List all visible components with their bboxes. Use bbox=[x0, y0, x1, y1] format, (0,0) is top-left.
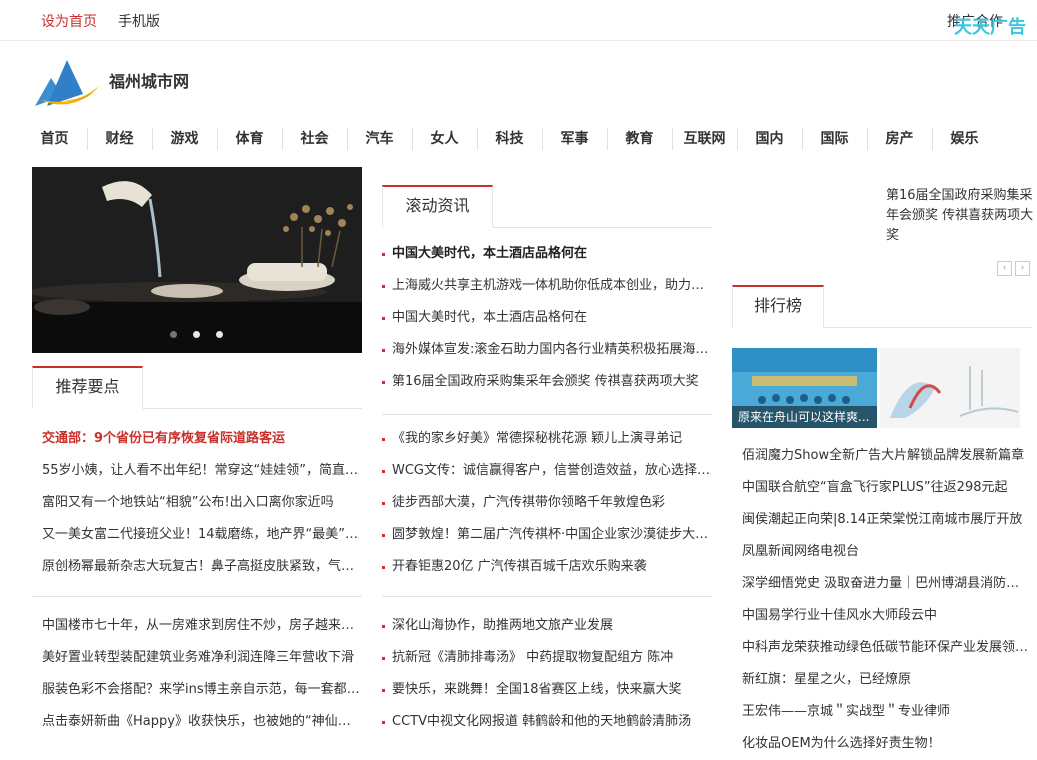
list-item[interactable]: 化妆品OEM为什么选择好责生物！ bbox=[732, 728, 1032, 760]
list-item[interactable]: 新红旗：星星之火，已经燎原 bbox=[732, 664, 1032, 696]
scroll-news-header: 滚动资讯 bbox=[382, 185, 712, 228]
list-item[interactable]: CCTV中视文化网报道 韩鹤龄和他的天地鹤龄清肺汤 bbox=[382, 706, 712, 738]
nav-item[interactable]: 国内 bbox=[737, 128, 803, 150]
list-item[interactable]: 原创杨幂最新杂志大玩复古！鼻子高挺皮肤紧致，气质满分 bbox=[32, 551, 362, 583]
ranking-list: 佰润魔力Show全新广告大片解锁品牌发展新篇章 中国联合航空“盲盒飞行家PLUS”… bbox=[732, 440, 1032, 760]
list-item[interactable]: 海外媒体宣发:滚金石助力国内各行业精英积极拓展海外市场 bbox=[382, 334, 712, 366]
tab-ranking[interactable]: 排行榜 bbox=[732, 285, 824, 328]
nav-item[interactable]: 娱乐 bbox=[932, 128, 997, 150]
nav-item[interactable]: 女人 bbox=[412, 128, 478, 150]
ranking-image-2[interactable] bbox=[880, 348, 1020, 428]
list-item[interactable]: 中国联合航空“盲盒飞行家PLUS”往返298元起 bbox=[732, 472, 1032, 504]
nav-item[interactable]: 国际 bbox=[802, 128, 868, 150]
nav-item[interactable]: 首页 bbox=[22, 128, 88, 150]
nav-item[interactable]: 游戏 bbox=[152, 128, 218, 150]
list-item[interactable]: 《我的家乡好美》常德探秘桃花源 颖儿上演寻弟记 bbox=[382, 423, 712, 455]
artwork-photo bbox=[880, 348, 1020, 428]
nav-item[interactable]: 社会 bbox=[282, 128, 348, 150]
list-item[interactable]: 中国易学行业十佳风水大师段云中 bbox=[732, 600, 1032, 632]
list-item[interactable]: 闽侯潮起正向荣|8.14正荣棠悦江南城市展厅开放 bbox=[732, 504, 1032, 536]
nav-item[interactable]: 科技 bbox=[477, 128, 543, 150]
list-item[interactable]: 中科声龙荣获推动绿色低碳节能环保产业发展领军企业 bbox=[732, 632, 1032, 664]
divider bbox=[382, 596, 712, 597]
list-item[interactable]: 点击泰妍新曲《Happy》收获快乐，也被她的“神仙颜值”圈粉 bbox=[32, 706, 362, 738]
recommend-header: 推荐要点 bbox=[32, 366, 362, 409]
list-item[interactable]: 深化山海协作，助推两地文旅产业发展 bbox=[382, 610, 712, 642]
main-nav: 首页 财经 游戏 体育 社会 汽车 女人 科技 军事 教育 互联网 国内 国际 房产 娱乐 bbox=[22, 124, 1032, 152]
nav-item[interactable]: 财经 bbox=[87, 128, 153, 150]
scroll-news-list-2: 《我的家乡好美》常德探秘桃花源 颖儿上演寻弟记 WCG文传：诚信赢得客户，信誉创造… bbox=[382, 423, 712, 583]
logo-mark-icon bbox=[35, 60, 99, 106]
carousel-dots bbox=[170, 323, 234, 342]
divider bbox=[382, 414, 712, 415]
image-carousel[interactable] bbox=[32, 167, 362, 353]
list-item[interactable]: 王宏伟——京城＂实战型＂专业律师 bbox=[732, 696, 1032, 728]
list-item[interactable]: 上海威火共享主机游戏一体机助你低成本创业，助力你的事业新起点 bbox=[382, 270, 712, 302]
list-item[interactable]: 徒步西部大漠，广汽传祺带你领略千年敦煌色彩 bbox=[382, 487, 712, 519]
next-arrow-icon[interactable]: › bbox=[1015, 261, 1030, 276]
list-item[interactable]: 开春钜惠20亿 广汽传祺百城千店欢乐购来袭 bbox=[382, 551, 712, 583]
list-item[interactable]: 交通部：9个省份已有序恢复省际道路客运 bbox=[32, 423, 362, 455]
ranking-image-1[interactable]: 原来在舟山可以这样爽... bbox=[732, 348, 877, 428]
list-item[interactable]: 美好置业转型装配建筑业务难净利润连降三年营收下滑 bbox=[32, 642, 362, 674]
ad-banner-text[interactable]: 天天广告 bbox=[954, 13, 1026, 39]
tab-recommend[interactable]: 推荐要点 bbox=[32, 366, 143, 409]
scroll-news-list-3: 深化山海协作，助推两地文旅产业发展 抗新冠《清肺排毒汤》 中药提取物复配组方 陈冲… bbox=[382, 610, 712, 738]
tab-scroll-news[interactable]: 滚动资讯 bbox=[382, 185, 493, 228]
list-item[interactable]: 圆梦敦煌！第二届广汽传祺杯·中国企业家沙漠徒步大赛开幕 bbox=[382, 519, 712, 551]
list-item[interactable]: 凤凰新闻网络电视台 bbox=[732, 536, 1032, 568]
list-item[interactable]: 中国大美时代，本土酒店品格何在 bbox=[382, 302, 712, 334]
nav-item[interactable]: 体育 bbox=[217, 128, 283, 150]
site-logo[interactable]: 福州城市网 bbox=[33, 56, 233, 108]
right-featured-news[interactable]: 第16届全国政府采购集采年会颁奖 传祺喜获两项大奖 bbox=[886, 186, 1034, 246]
recommend-list-1: 交通部：9个省份已有序恢复省际道路客运 55岁小姨，让人看不出年纪！常穿这“娃娃领… bbox=[32, 423, 362, 583]
nav-item[interactable]: 汽车 bbox=[347, 128, 413, 150]
logo-text: 福州城市网 bbox=[109, 72, 190, 91]
ranking-header: 排行榜 bbox=[732, 285, 1032, 328]
list-item[interactable]: 富阳又有一个地铁站“相貌”公布!出入口离你家近吗 bbox=[32, 487, 362, 519]
list-item[interactable]: 55岁小姨，让人看不出年纪！常穿这“娃娃领”，简直美翻了 bbox=[32, 455, 362, 487]
nav-item[interactable]: 房产 bbox=[867, 128, 933, 150]
divider bbox=[32, 596, 362, 597]
list-item[interactable]: 抗新冠《清肺排毒汤》 中药提取物复配组方 陈冲 bbox=[382, 642, 712, 674]
prev-arrow-icon[interactable]: ‹ bbox=[997, 261, 1012, 276]
right-news-arrows: ‹ › bbox=[997, 255, 1033, 276]
carousel-dot[interactable] bbox=[170, 331, 177, 338]
list-item[interactable]: WCG文传：诚信赢得客户，信誉创造效益，放心选择WCG文传 bbox=[382, 455, 712, 487]
ranking-image-caption: 原来在舟山可以这样爽... bbox=[732, 406, 877, 428]
nav-item[interactable]: 互联网 bbox=[672, 128, 738, 150]
mobile-version-link[interactable]: 手机版 bbox=[118, 11, 160, 31]
list-item[interactable]: 服装色彩不会搭配？来学ins博主亲自示范，每一套都很美 bbox=[32, 674, 362, 706]
set-home-link[interactable]: 设为首页 bbox=[41, 11, 97, 31]
list-item[interactable]: 中国楼市七十年，从一房难求到房住不炒，房子越来越多 bbox=[32, 610, 362, 642]
carousel-dot[interactable] bbox=[193, 331, 201, 338]
top-bar: 设为首页 手机版 推广合作 天天广告 bbox=[0, 0, 1037, 41]
list-item[interactable]: 中国大美时代，本土酒店品格何在 bbox=[382, 238, 712, 270]
list-item[interactable]: 要快乐，来跳舞！全国18省赛区上线，快来赢大奖 bbox=[382, 674, 712, 706]
nav-item[interactable]: 教育 bbox=[607, 128, 673, 150]
scroll-news-list-1: 中国大美时代，本土酒店品格何在上海威火共享主机游戏一体机助你低成本创业，助力你的… bbox=[382, 238, 712, 398]
list-item[interactable]: 佰润魔力Show全新广告大片解锁品牌发展新篇章 bbox=[732, 440, 1032, 472]
list-item[interactable]: 第16届全国政府采购集采年会颁奖 传祺喜获两项大奖 bbox=[382, 366, 712, 398]
carousel-dot[interactable] bbox=[216, 331, 224, 338]
recommend-list-2: 中国楼市七十年，从一房难求到房住不炒，房子越来越多 美好置业转型装配建筑业务难净利… bbox=[32, 610, 362, 738]
nav-item[interactable]: 军事 bbox=[542, 128, 608, 150]
list-item[interactable]: 深学细悟党史 汲取奋进力量｜巴州博湖县消防救援大队 bbox=[732, 568, 1032, 600]
list-item[interactable]: 又一美女富二代接班父业！14载磨练，地产界“最美”接班人 bbox=[32, 519, 362, 551]
